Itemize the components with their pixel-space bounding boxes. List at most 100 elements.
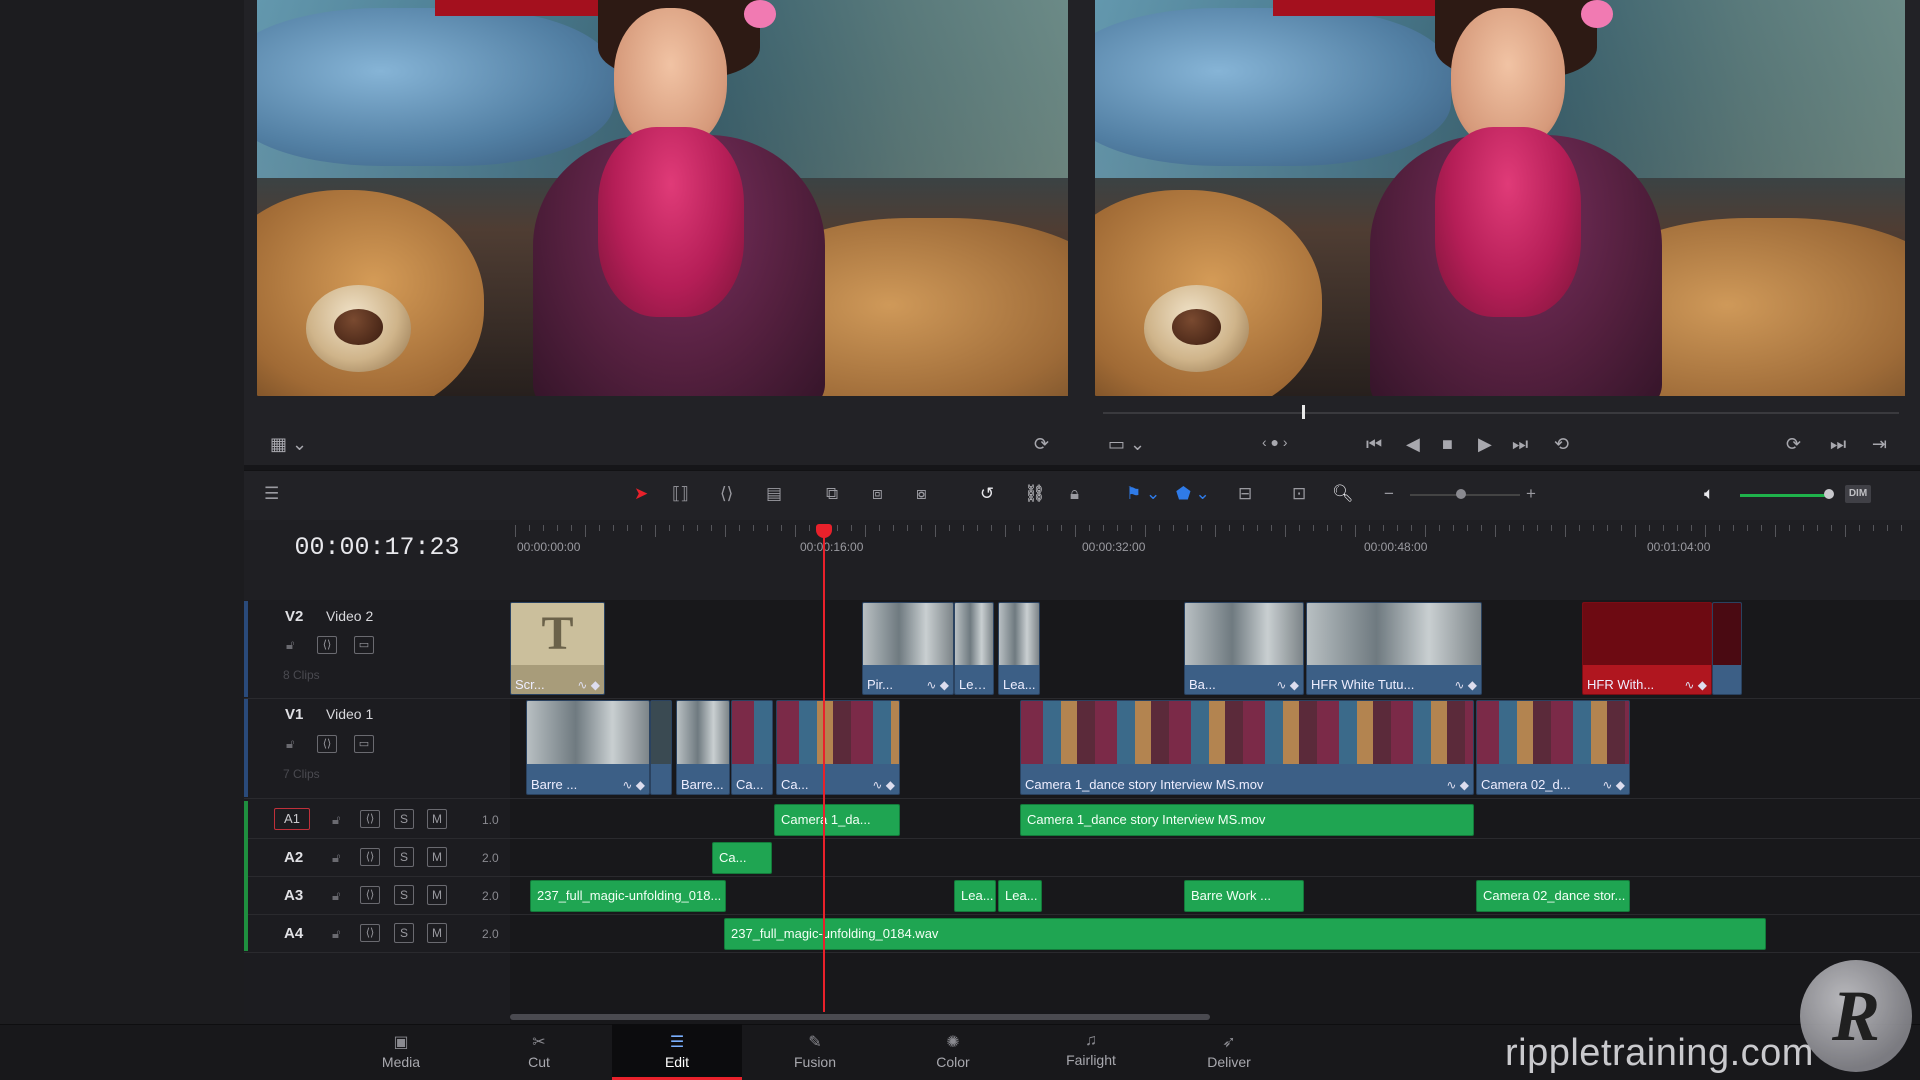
auto-select-icon[interactable]: ⟨⟩	[360, 886, 380, 904]
video-clip[interactable]	[650, 700, 672, 795]
go-to-start-icon[interactable]: ⏮	[1366, 434, 1382, 455]
zoom-custom-icon[interactable]: 🔍︎	[1332, 484, 1354, 504]
audio-clip[interactable]: Camera 1_da...	[774, 804, 900, 836]
solo-button[interactable]: S	[394, 885, 414, 905]
selection-tool-icon[interactable]: ➤	[634, 484, 648, 504]
video-clip[interactable]: Ca... ∿ ◆	[776, 700, 900, 795]
auto-select-icon[interactable]: ⟨⟩	[360, 848, 380, 866]
audio-clip[interactable]: Barre Work ...	[1184, 880, 1304, 912]
audio-clip[interactable]: 237_full_magic-unfolding_0184.wav	[724, 918, 1766, 950]
linked-selection-icon[interactable]: ⛓	[1024, 484, 1046, 504]
solo-button[interactable]: S	[394, 923, 414, 943]
stop-icon[interactable]: ■	[1442, 434, 1453, 455]
audio-clip[interactable]: Camera 02_dance stor...	[1476, 880, 1630, 912]
play-reverse-icon[interactable]: ◀	[1406, 434, 1420, 455]
volume-slider[interactable]	[1740, 494, 1828, 497]
ruler-tick	[641, 525, 642, 531]
lock-icon[interactable]: 🔓︎	[286, 736, 294, 752]
lock-icon[interactable]: 🔓︎	[286, 637, 294, 653]
auto-select-icon[interactable]: ⟨⟩	[317, 735, 337, 753]
zoom-detail-icon[interactable]: ⊡	[1292, 484, 1306, 504]
audio-clip[interactable]: 237_full_magic-unfolding_018...	[530, 880, 726, 912]
solo-button[interactable]: S	[394, 809, 414, 829]
last-frame-icon[interactable]: ⇥	[1872, 434, 1887, 455]
page-color[interactable]: ✺ Color	[888, 1024, 1018, 1080]
audio-clip[interactable]: Lea...	[998, 880, 1042, 912]
dim-button[interactable]: DIM	[1845, 485, 1871, 503]
zoom-out-icon[interactable]: −	[1384, 484, 1394, 504]
flag-icon[interactable]: ⚑ ⌄	[1126, 484, 1160, 504]
video-clip[interactable]: Ca...	[731, 700, 773, 795]
track-name-v2[interactable]: Video 2	[326, 608, 373, 624]
page-cut[interactable]: ✂ Cut	[474, 1024, 604, 1080]
video-clip[interactable]: Barre ... ∿ ◆	[526, 700, 650, 795]
video-clip[interactable]: Ba... ∿ ◆	[1184, 602, 1304, 695]
page-fusion[interactable]: ✎ Fusion	[750, 1024, 880, 1080]
video-clip[interactable]: HFR White Tutu... ∿ ◆	[1306, 602, 1482, 695]
video-clip[interactable]: Pir... ∿ ◆	[862, 602, 954, 695]
solo-button[interactable]: S	[394, 847, 414, 867]
video-clip[interactable]	[1712, 602, 1742, 695]
mute-button[interactable]: M	[427, 809, 447, 829]
match-frame-icon[interactable]: ⟳	[1034, 434, 1049, 455]
timeline-view-options-icon[interactable]: ☰	[264, 484, 279, 504]
track-name-v1[interactable]: Video 1	[326, 706, 373, 722]
track-id-a1[interactable]: A1	[274, 808, 310, 830]
replace-clip-icon[interactable]: ⧇	[916, 484, 927, 504]
audio-clip[interactable]: Ca...	[712, 842, 772, 874]
go-to-end-icon[interactable]: ⏭	[1512, 434, 1528, 455]
page-fairlight[interactable]: ♫ Fairlight	[1026, 1024, 1156, 1080]
lock-icon[interactable]: 🔓︎	[332, 888, 340, 904]
source-viewer[interactable]	[257, 0, 1068, 396]
auto-select-icon[interactable]: ⟨⟩	[317, 636, 337, 654]
insert-clip-icon[interactable]: ⧉	[826, 484, 838, 504]
page-media[interactable]: ▣ Media	[336, 1024, 466, 1080]
video-clip[interactable]: Lea...	[954, 602, 994, 695]
match-frame-right-icon[interactable]: ⟳	[1786, 434, 1801, 455]
playhead[interactable]	[823, 532, 825, 1012]
next-edit-icon[interactable]: ⏭	[1830, 434, 1846, 455]
video-clip[interactable]: Camera 02_d... ∿ ◆	[1476, 700, 1630, 795]
blade-tool-icon[interactable]: ▤	[766, 484, 782, 504]
mute-button[interactable]: M	[427, 847, 447, 867]
trim-tool-icon[interactable]: ⟦⟧	[672, 484, 689, 504]
overwrite-clip-icon[interactable]: ⧈	[872, 484, 883, 504]
video-clip-offline[interactable]: HFR With... ∿ ◆	[1582, 602, 1712, 695]
track-enable-icon[interactable]: ▭	[354, 735, 374, 753]
speaker-icon[interactable]: 🔈︎	[1704, 484, 1714, 504]
lock-icon[interactable]: 🔓︎	[332, 812, 340, 828]
track-enable-icon[interactable]: ▭	[354, 636, 374, 654]
timeline-viewer-scrub-head[interactable]	[1302, 405, 1305, 419]
video-clip[interactable]: Barre...	[676, 700, 730, 795]
mute-button[interactable]: M	[427, 885, 447, 905]
zoom-full-icon[interactable]: ⊟	[1238, 484, 1252, 504]
snapping-icon[interactable]: ↺	[980, 484, 994, 504]
viewer-options-icon[interactable]: ▦ ⌄	[270, 434, 307, 455]
video-clip[interactable]: Lea...	[998, 602, 1040, 695]
timeline-timecode[interactable]: 00:00:17:23	[244, 533, 510, 562]
transform-icon[interactable]: ▭ ⌄	[1108, 434, 1145, 455]
video-clip[interactable]: T Scr... ∿ ◆	[510, 602, 605, 695]
mute-button[interactable]: M	[427, 923, 447, 943]
video-clip[interactable]: Camera 1_dance story Interview MS.mov ∿ ◆	[1020, 700, 1474, 795]
auto-select-icon[interactable]: ⟨⟩	[360, 924, 380, 942]
timeline-horizontal-scrollbar[interactable]	[510, 1014, 1210, 1020]
jog-control-icon[interactable]: ‹ ● ›	[1262, 434, 1288, 450]
auto-select-icon[interactable]: ⟨⟩	[360, 810, 380, 828]
timeline-viewer-scrubber[interactable]	[1103, 412, 1899, 414]
audio-clip[interactable]: Lea...	[954, 880, 996, 912]
lock-icon[interactable]: 🔓︎	[332, 926, 340, 942]
page-edit[interactable]: ☰ Edit	[612, 1024, 742, 1080]
page-deliver[interactable]: ➶ Deliver	[1164, 1024, 1294, 1080]
play-icon[interactable]: ▶	[1478, 434, 1492, 455]
loop-icon[interactable]: ⟲	[1554, 434, 1569, 455]
lock-icon[interactable]: 🔓︎	[332, 850, 340, 866]
position-lock-icon[interactable]: 🔒︎	[1070, 484, 1079, 504]
zoom-in-icon[interactable]: +	[1526, 484, 1536, 504]
timeline-viewer[interactable]	[1095, 0, 1905, 396]
audio-clip[interactable]: Camera 1_dance story Interview MS.mov	[1020, 804, 1474, 836]
zoom-slider-knob[interactable]	[1456, 489, 1466, 499]
marker-icon[interactable]: ⬟ ⌄	[1176, 484, 1210, 504]
dynamic-trim-icon[interactable]: ⟨⟩	[720, 484, 733, 504]
volume-slider-knob[interactable]	[1824, 489, 1834, 499]
